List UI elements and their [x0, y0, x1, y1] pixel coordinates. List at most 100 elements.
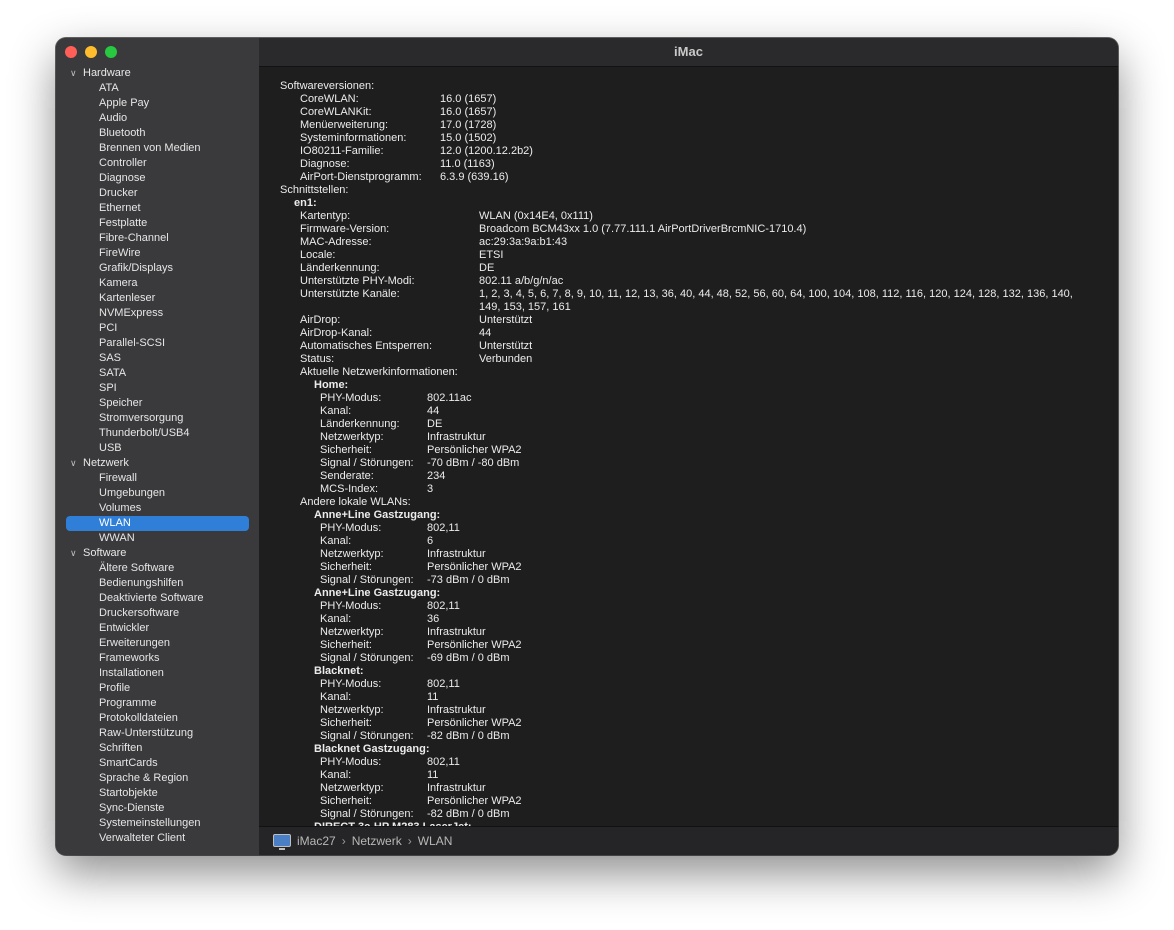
sidebar-category-software[interactable]: ∨ Software [56, 546, 259, 561]
sidebar-item-parallel-scsi[interactable]: Parallel-SCSI [56, 336, 259, 351]
info-row: Kanal: 36 [259, 613, 1118, 626]
sidebar-item-apple-pay[interactable]: Apple Pay [56, 96, 259, 111]
sidebar-item-thunderbolt-usb4[interactable]: Thunderbolt/USB4 [56, 426, 259, 441]
info-row: Länderkennung: DE [259, 262, 1118, 275]
sidebar-item-umgebungen[interactable]: Umgebungen [56, 486, 259, 501]
sidebar-item-deaktivierte-software[interactable]: Deaktivierte Software [56, 591, 259, 606]
sidebar-item-sas[interactable]: SAS [56, 351, 259, 366]
info-row: CoreWLAN: 16.0 (1657) [259, 93, 1118, 106]
sidebar-item-druckersoftware[interactable]: Druckersoftware [56, 606, 259, 621]
info-value: Infrastruktur [427, 782, 486, 794]
chevron-down-icon[interactable]: ∨ [70, 66, 77, 81]
sidebar-item-ältere-software[interactable]: Ältere Software [56, 561, 259, 576]
sidebar-item-fibre-channel[interactable]: Fibre-Channel [56, 231, 259, 246]
zoom-button[interactable] [105, 46, 117, 58]
info-row: Sicherheit: Persönlicher WPA2 [259, 717, 1118, 730]
chevron-down-icon[interactable]: ∨ [70, 456, 77, 471]
info-label: Signal / Störungen: [320, 652, 414, 664]
info-row: Signal / Störungen: -69 dBm / 0 dBm [259, 652, 1118, 665]
sidebar-item-controller[interactable]: Controller [56, 156, 259, 171]
sidebar-item-startobjekte[interactable]: Startobjekte [56, 786, 259, 801]
sidebar-item-schriften[interactable]: Schriften [56, 741, 259, 756]
sidebar-category-label: Software [83, 547, 127, 559]
close-button[interactable] [65, 46, 77, 58]
info-label: Kanal: [320, 613, 352, 625]
info-value: -82 dBm / 0 dBm [427, 730, 510, 742]
info-value: Verbunden [479, 353, 533, 365]
sidebar-item-entwickler[interactable]: Entwickler [56, 621, 259, 636]
sidebar-item-wwan[interactable]: WWAN [56, 531, 259, 546]
sidebar-item-pci[interactable]: PCI [56, 321, 259, 336]
info-row: Softwareversionen: [259, 80, 1118, 93]
breadcrumb-item[interactable]: WLAN [418, 827, 453, 855]
sidebar-item-smartcards[interactable]: SmartCards [56, 756, 259, 771]
sidebar-item-sata[interactable]: SATA [56, 366, 259, 381]
sidebar-item-volumes[interactable]: Volumes [56, 501, 259, 516]
info-label: AirDrop: [300, 314, 341, 326]
chevron-down-icon[interactable]: ∨ [70, 546, 77, 561]
sidebar-item-brennen-von-medien[interactable]: Brennen von Medien [56, 141, 259, 156]
sidebar-item-audio[interactable]: Audio [56, 111, 259, 126]
sidebar-item-speicher[interactable]: Speicher [56, 396, 259, 411]
sidebar-category-netzwerk[interactable]: ∨ Netzwerk [56, 456, 259, 471]
sidebar-item-firewire[interactable]: FireWire [56, 246, 259, 261]
info-label: Status: [300, 353, 335, 365]
info-value: DE [479, 262, 495, 274]
breadcrumb-item[interactable]: Netzwerk [352, 827, 402, 855]
sidebar-item-systemeinstellungen[interactable]: Systemeinstellungen [56, 816, 259, 831]
info-row: Unterstützte PHY-Modi: 802.11 a/b/g/n/ac [259, 275, 1118, 288]
sidebar-item-wlan[interactable]: WLAN [66, 516, 249, 531]
info-label: Länderkennung: [300, 262, 380, 274]
info-value: 17.0 (1728) [440, 119, 497, 131]
info-value: Infrastruktur [427, 431, 486, 443]
sidebar-item-spi[interactable]: SPI [56, 381, 259, 396]
info-row: Menüerweiterung: 17.0 (1728) [259, 119, 1118, 132]
info-row: Länderkennung: DE [259, 418, 1118, 431]
sidebar-item-frameworks[interactable]: Frameworks [56, 651, 259, 666]
breadcrumb-separator: › [407, 834, 412, 848]
sidebar-item-profile[interactable]: Profile [56, 681, 259, 696]
info-label: Anne+Line Gastzugang: [314, 509, 441, 521]
sidebar-item-stromversorgung[interactable]: Stromversorgung [56, 411, 259, 426]
info-value: 16.0 (1657) [440, 93, 497, 105]
info-value: Persönlicher WPA2 [427, 444, 522, 456]
info-label: Kartentyp: [300, 210, 351, 222]
sidebar-item-ethernet[interactable]: Ethernet [56, 201, 259, 216]
detail-pane: Softwareversionen: CoreWLAN: 16.0 (1657) Co… [259, 67, 1118, 826]
sidebar-item-erweiterungen[interactable]: Erweiterungen [56, 636, 259, 651]
info-label: Blacknet Gastzugang: [314, 743, 430, 755]
sidebar-item-verwalteter-client[interactable]: Verwalteter Client [56, 831, 259, 846]
sidebar-category-hardware[interactable]: ∨ Hardware [56, 66, 259, 81]
info-label: AirPort-Dienstprogramm: [300, 171, 422, 183]
sidebar-item-nvmexpress[interactable]: NVMExpress [56, 306, 259, 321]
info-row: Netzwerktyp: Infrastruktur [259, 782, 1118, 795]
sidebar-item-diagnose[interactable]: Diagnose [56, 171, 259, 186]
path-bar: iMac27 › Netzwerk › WLAN [259, 826, 1118, 855]
info-row: Diagnose: 11.0 (1163) [259, 158, 1118, 171]
info-value: -69 dBm / 0 dBm [427, 652, 510, 664]
sidebar-item-installationen[interactable]: Installationen [56, 666, 259, 681]
sidebar-item-bedienungshilfen[interactable]: Bedienungshilfen [56, 576, 259, 591]
sidebar-item-sync-dienste[interactable]: Sync-Dienste [56, 801, 259, 816]
breadcrumb-item[interactable]: iMac27 [297, 827, 336, 855]
sidebar-item-kartenleser[interactable]: Kartenleser [56, 291, 259, 306]
info-value: 11.0 (1163) [440, 158, 495, 170]
sidebar-item-drucker[interactable]: Drucker [56, 186, 259, 201]
sidebar-item-bluetooth[interactable]: Bluetooth [56, 126, 259, 141]
sidebar-item-sprache-region[interactable]: Sprache & Region [56, 771, 259, 786]
sidebar: ∨ Hardware ATA Apple Pay Audio Bluetooth Brenn… [56, 38, 260, 855]
sidebar-item-programme[interactable]: Programme [56, 696, 259, 711]
info-row: Senderate: 234 [259, 470, 1118, 483]
sidebar-item-kamera[interactable]: Kamera [56, 276, 259, 291]
sidebar-item-raw-unterstützung[interactable]: Raw-Unterstützung [56, 726, 259, 741]
sidebar-item-ata[interactable]: ATA [56, 81, 259, 96]
sidebar-item-firewall[interactable]: Firewall [56, 471, 259, 486]
sidebar-item-grafik-displays[interactable]: Grafik/Displays [56, 261, 259, 276]
info-value: 3 [427, 483, 434, 495]
sidebar-item-usb[interactable]: USB [56, 441, 259, 456]
sidebar-item-festplatte[interactable]: Festplatte [56, 216, 259, 231]
sidebar-item-protokolldateien[interactable]: Protokolldateien [56, 711, 259, 726]
minimize-button[interactable] [85, 46, 97, 58]
info-label: Systeminformationen: [300, 132, 407, 144]
info-row: Kanal: 11 [259, 691, 1118, 704]
